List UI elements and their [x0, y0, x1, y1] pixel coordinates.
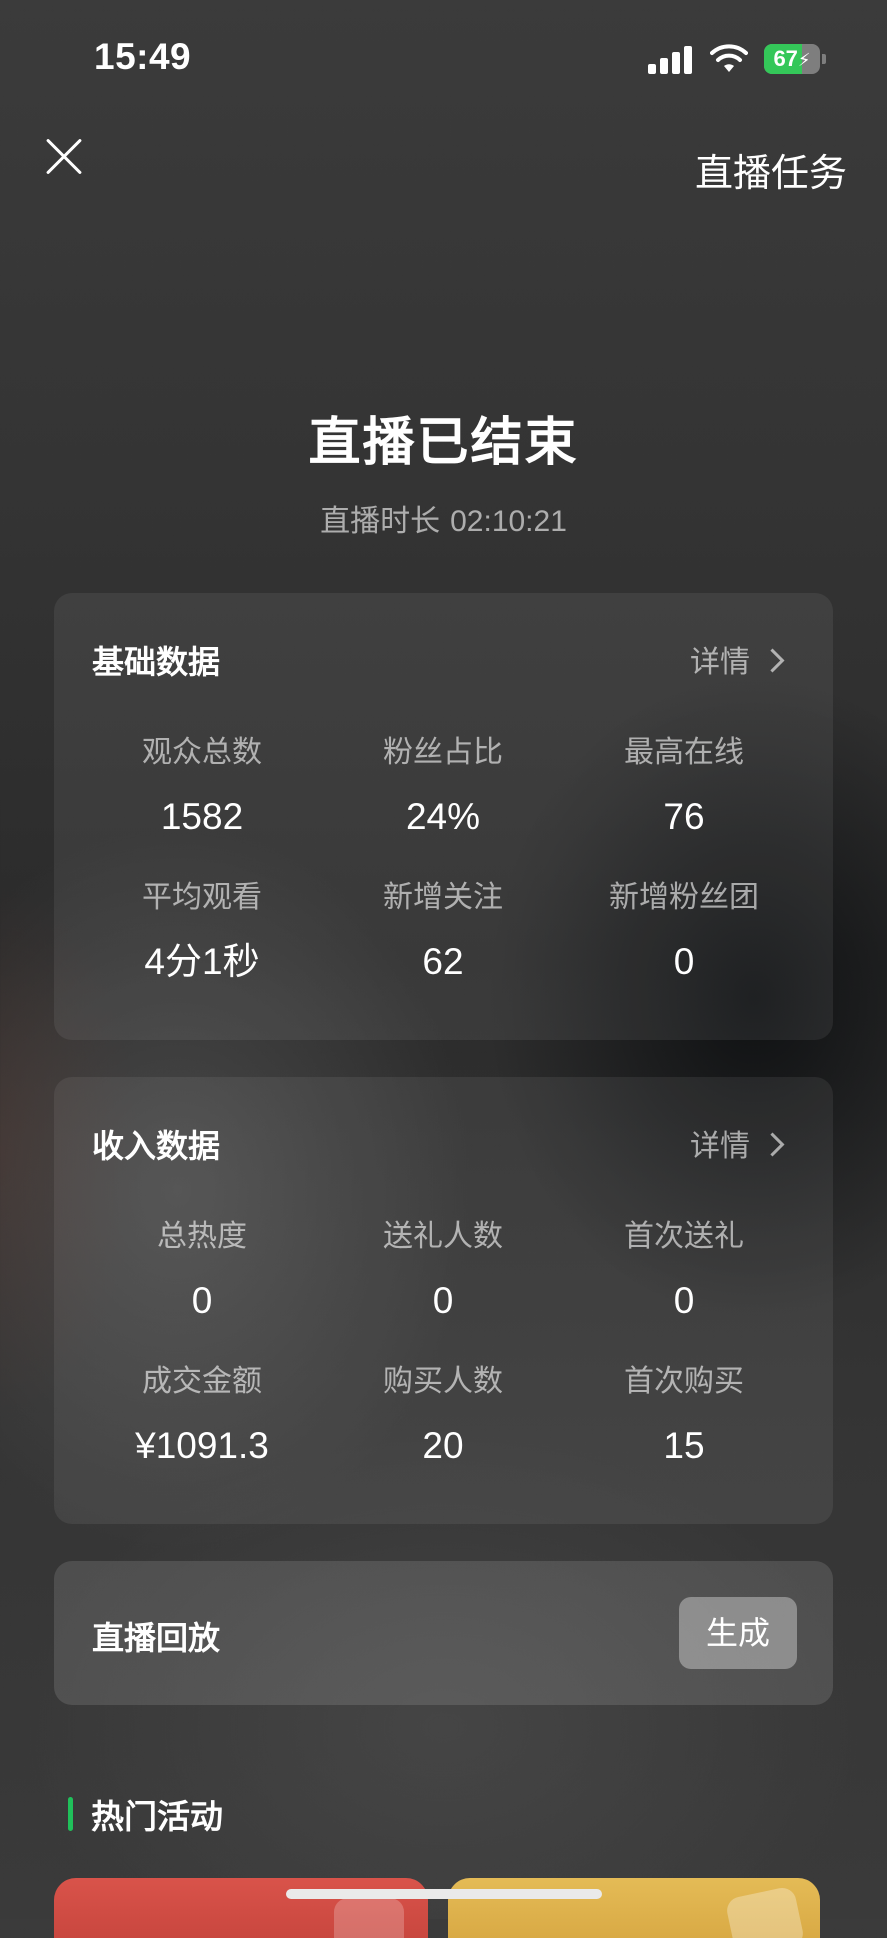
stat-value: ¥1091.3: [135, 1425, 269, 1466]
stat-label: 最高在线: [624, 736, 744, 769]
battery-percent: 67: [773, 46, 798, 71]
stat-value: 76: [663, 796, 705, 837]
stat-deal-amount: 成交金额 ¥1091.3: [82, 1362, 322, 1468]
income-data-title: 收入数据: [92, 1128, 221, 1164]
stat-label: 观众总数: [142, 736, 262, 769]
activity-image: [724, 1885, 806, 1938]
stat-value: 15: [663, 1425, 705, 1466]
stat-value: 0: [432, 1280, 454, 1321]
stat-label: 总热度: [157, 1220, 247, 1253]
stat-fan-ratio: 粉丝占比 24%: [323, 733, 563, 839]
stat-label: 送礼人数: [383, 1220, 503, 1253]
stat-peak-online: 最高在线 76: [564, 733, 804, 839]
stat-total-viewers: 观众总数 1582: [82, 733, 322, 839]
stat-total-heat: 总热度 0: [82, 1217, 322, 1323]
live-task-link[interactable]: 直播任务: [695, 142, 847, 197]
stat-value: 62: [422, 941, 464, 982]
replay-label: 直播回放: [92, 1620, 221, 1656]
stat-label: 新增粉丝团: [609, 881, 759, 914]
stat-buyers: 购买人数 20: [323, 1362, 563, 1468]
detail-label: 详情: [690, 646, 750, 679]
basic-data-detail-link[interactable]: 详情: [690, 637, 785, 681]
activity-card[interactable]: [54, 1878, 428, 1938]
stat-label: 新增关注: [383, 881, 503, 914]
income-data-detail-link[interactable]: 详情: [690, 1121, 785, 1165]
basic-data-card: 基础数据 详情 观众总数 1582 粉丝占比 24% 最高在线 76 平均观看 …: [54, 593, 833, 1040]
duration-label: 直播时长: [320, 505, 441, 538]
activity-card[interactable]: [448, 1878, 820, 1938]
stat-label: 购买人数: [383, 1365, 503, 1398]
basic-data-title: 基础数据: [92, 644, 221, 680]
chevron-right-icon: [760, 647, 785, 673]
stat-new-fan-club: 新增粉丝团 0: [564, 878, 804, 984]
live-duration: 直播时长 02:10:21: [0, 496, 887, 540]
stat-label: 首次购买: [624, 1365, 744, 1398]
stat-gift-senders: 送礼人数 0: [323, 1217, 563, 1323]
stat-value: 0: [673, 1280, 695, 1321]
replay-card: 直播回放 生成: [54, 1561, 833, 1705]
stat-label: 首次送礼: [624, 1220, 744, 1253]
stat-label: 平均观看: [142, 881, 262, 914]
chevron-right-icon: [760, 1131, 785, 1157]
income-data-card: 收入数据 详情 总热度 0 送礼人数 0 首次送礼 0 成交金额 ¥1091.3…: [54, 1077, 833, 1524]
detail-label: 详情: [690, 1130, 750, 1163]
signal-icon: [648, 46, 694, 74]
stat-value: 24%: [405, 796, 481, 837]
stat-new-follows: 新增关注 62: [323, 878, 563, 984]
stat-value: 1582: [160, 796, 244, 837]
status-time: 15:49: [94, 36, 192, 77]
stat-value: 20: [422, 1425, 464, 1466]
stat-label: 成交金额: [142, 1365, 262, 1398]
hot-activities-title: 热门活动: [91, 1798, 223, 1835]
battery-charging-icon: 67⚡: [764, 44, 826, 74]
section-accent-bar: [68, 1797, 73, 1831]
activity-image: [334, 1898, 404, 1938]
hot-activities-header: 热门活动: [68, 1794, 223, 1835]
stat-value: 0: [191, 1280, 213, 1321]
close-icon[interactable]: [44, 136, 84, 176]
stat-value: 4分1秒: [144, 941, 260, 982]
duration-value: 02:10:21: [450, 505, 567, 538]
stat-first-gift: 首次送礼 0: [564, 1217, 804, 1323]
status-bar: 15:49 67⚡: [0, 0, 887, 110]
generate-replay-button[interactable]: 生成: [679, 1597, 797, 1669]
stat-value: 0: [673, 941, 695, 982]
wifi-icon: [710, 44, 748, 72]
stat-first-purchase: 首次购买 15: [564, 1362, 804, 1468]
live-ended-title: 直播已结束: [308, 414, 579, 472]
home-indicator[interactable]: [286, 1889, 602, 1899]
stat-avg-watch: 平均观看 4分1秒: [82, 878, 322, 984]
stat-label: 粉丝占比: [383, 736, 503, 769]
